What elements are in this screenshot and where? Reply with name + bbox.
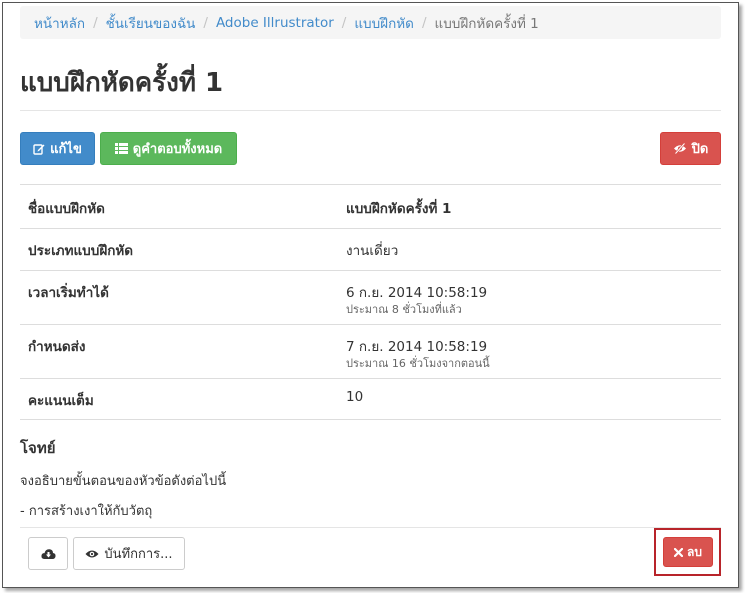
detail-row-due-date: กำหนดส่ง 7 ก.ย. 2014 10:58:19 ประมาณ 16 …: [20, 324, 721, 378]
list-icon: [114, 143, 128, 154]
breadcrumb-separator: /: [421, 14, 427, 31]
detail-value: งานเดี่ยว: [346, 243, 399, 259]
breadcrumb-course[interactable]: Adobe Illrustrator: [216, 15, 334, 31]
view-all-answers-label: ดูคำตอบทั้งหมด: [132, 142, 223, 157]
eye-slash-icon: [673, 143, 686, 154]
breadcrumb-my-classes[interactable]: ชั้นเรียนของฉัน: [106, 12, 196, 34]
detail-row-type: ประเภทแบบฝึกหัด งานเดี่ยว: [20, 228, 721, 270]
detail-label: ชื่อแบบฝึกหัด: [28, 201, 105, 217]
breadcrumb-current: แบบฝึกหัดครั้งที่ 1: [434, 15, 539, 32]
detail-relative-time: ประมาณ 8 ชั่วโมงที่แล้ว: [346, 303, 462, 316]
problem-text: - การสร้างเงาให้กับวัตถุ: [20, 504, 153, 519]
breadcrumb-separator: /: [93, 14, 98, 31]
record-button[interactable]: บันทึกการ...: [73, 537, 185, 570]
pencil-square-icon: [33, 143, 45, 155]
edit-button[interactable]: แก้ไข: [20, 132, 95, 165]
download-button[interactable]: [28, 537, 68, 570]
delete-button[interactable]: ลบ: [663, 537, 713, 567]
times-icon: [674, 547, 683, 557]
detail-label: ประเภทแบบฝึกหัด: [28, 243, 134, 259]
detail-row-start-time: เวลาเริ่มทำได้ 6 ก.ย. 2014 10:58:19 ประม…: [20, 270, 721, 324]
breadcrumb-exercises[interactable]: แบบฝึกหัด: [354, 12, 414, 34]
detail-value: แบบฝึกหัดครั้งที่ 1: [346, 201, 452, 217]
page-title: แบบฝึกหัดครั้งที่ 1: [20, 68, 224, 98]
footer-divider: [20, 527, 721, 528]
problem-heading: โจทย์: [20, 439, 56, 457]
detail-row-full-score: คะแนนเต็ม 10: [20, 378, 721, 420]
view-all-answers-button[interactable]: ดูคำตอบทั้งหมด: [100, 132, 237, 165]
detail-label: คะแนนเต็ม: [28, 393, 94, 409]
edit-label: แก้ไข: [50, 142, 82, 157]
cloud-download-icon: [40, 548, 56, 559]
record-label: บันทึกการ...: [104, 547, 173, 562]
breadcrumb-separator: /: [203, 14, 208, 31]
detail-value: 10: [346, 389, 364, 405]
delete-label: ลบ: [687, 544, 702, 559]
close-label: ปิด: [691, 142, 709, 157]
eye-icon: [85, 550, 99, 557]
breadcrumb-separator: /: [341, 14, 347, 31]
breadcrumb: หน้าหลัก / ชั้นเรียนของฉัน / Adobe Illru…: [20, 6, 721, 39]
detail-label: กำหนดส่ง: [28, 339, 86, 355]
detail-row-name: ชื่อแบบฝึกหัด แบบฝึกหัดครั้งที่ 1: [20, 184, 721, 228]
breadcrumb-home[interactable]: หน้าหลัก: [34, 12, 85, 34]
detail-label: เวลาเริ่มทำได้: [28, 285, 109, 301]
problem-text: จงอธิบายขั้นตอนของหัวข้อดังต่อไปนี้: [20, 474, 227, 489]
close-button[interactable]: ปิด: [660, 132, 721, 165]
detail-relative-time: ประมาณ 16 ชั่วโมงจากตอนนี้: [346, 357, 490, 370]
title-divider: [20, 110, 721, 111]
